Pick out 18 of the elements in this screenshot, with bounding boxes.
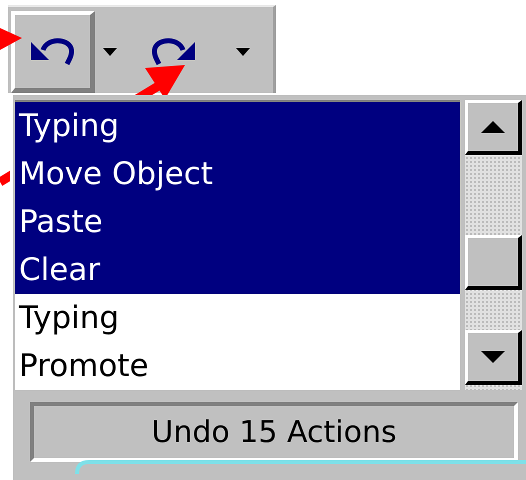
annotation-arrow	[0, 28, 22, 50]
undo-list-item[interactable]: Typing	[15, 294, 460, 342]
undo-count-button[interactable]: Undo 15 Actions	[30, 402, 518, 462]
caret-icon	[103, 48, 117, 56]
scroll-down-button[interactable]	[465, 330, 522, 385]
undo-icon	[28, 36, 76, 68]
undo-list-item[interactable]: Clear	[15, 246, 460, 294]
scrollbar[interactable]	[465, 100, 522, 390]
undo-list-item[interactable]: Typing	[15, 102, 460, 150]
scroll-up-button[interactable]	[465, 100, 522, 155]
down-arrow-icon	[481, 351, 505, 363]
up-arrow-icon	[481, 121, 505, 133]
undo-list-item[interactable]: Paste	[15, 198, 460, 246]
undo-list-item[interactable]: Promote	[15, 342, 460, 390]
scroll-thumb[interactable]	[465, 235, 522, 290]
undo-list-item[interactable]: Move Object	[15, 150, 460, 198]
caret-icon	[236, 48, 250, 56]
undo-button[interactable]	[11, 11, 95, 93]
